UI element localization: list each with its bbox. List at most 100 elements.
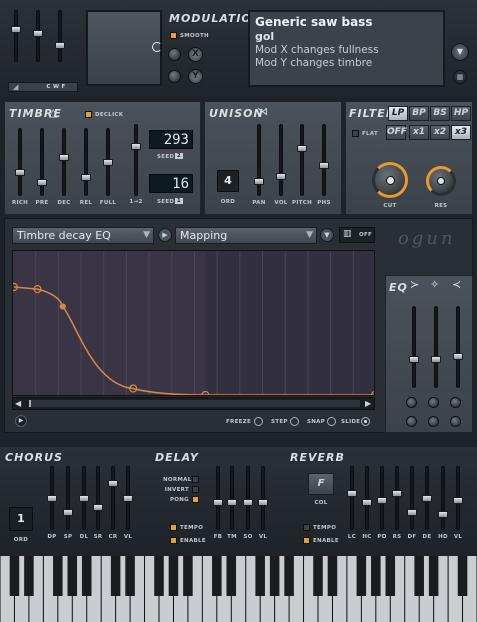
delay-vl-track[interactable]: [261, 466, 265, 530]
eq-knob-2-bottom[interactable]: [428, 416, 439, 427]
envelope-graph[interactable]: [12, 250, 375, 396]
freeze-radio[interactable]: [254, 417, 263, 426]
xy-pad-cursor[interactable]: [152, 42, 162, 52]
chorus-sr-track[interactable]: [96, 466, 100, 530]
keyboard-off-toggle[interactable]: ▥ OFF: [339, 227, 375, 243]
unison-pitch-track[interactable]: [300, 124, 304, 196]
unison-pan-handle[interactable]: [254, 177, 264, 185]
scroll-right-icon[interactable]: ▶: [365, 398, 371, 409]
seed-link-label[interactable]: 1→2: [126, 199, 146, 205]
unison-phs-track[interactable]: [322, 124, 326, 196]
filter-type-lp-button[interactable]: LP: [388, 106, 408, 121]
delay-mode-normal-radio[interactable]: [192, 476, 199, 483]
reverb-lc-track[interactable]: [350, 466, 354, 530]
declick-checkbox[interactable]: [85, 111, 92, 118]
filter-mult-x2-button[interactable]: x2: [430, 125, 450, 140]
unison-order-display[interactable]: 4: [217, 170, 239, 192]
chorus-dl-handle[interactable]: [79, 494, 89, 502]
reverb-vl-handle[interactable]: [453, 496, 463, 504]
mod-x-knob[interactable]: [168, 48, 181, 61]
eq-band-1-track[interactable]: [412, 306, 416, 388]
eq-knob-1-bottom[interactable]: [406, 416, 417, 427]
delay-fb-track[interactable]: [216, 466, 220, 530]
chorus-sp-handle[interactable]: [63, 508, 73, 516]
mod-x-button[interactable]: X: [188, 47, 203, 62]
keyboard-icon-button[interactable]: ▦: [453, 70, 467, 84]
timbre-dec-handle[interactable]: [59, 153, 69, 161]
unison-pitch-handle[interactable]: [297, 145, 307, 153]
chorus-cr-track[interactable]: [111, 466, 115, 530]
reverb-color-button[interactable]: F: [308, 473, 334, 495]
eq-knob-2-top[interactable]: [428, 397, 439, 408]
timbre-seed-link-handle[interactable]: [131, 142, 141, 150]
reverb-hd-handle[interactable]: [438, 511, 448, 519]
step-radio[interactable]: [290, 417, 299, 426]
filter-mult-x3-button[interactable]: x3: [451, 125, 471, 140]
reverb-df-handle[interactable]: [407, 508, 417, 516]
reverb-rs-handle[interactable]: [392, 489, 402, 497]
piano-keyboard[interactable]: [0, 556, 477, 622]
snap-radio[interactable]: [327, 417, 336, 426]
delay-tm-handle[interactable]: [227, 499, 237, 507]
eq-knob-3-bottom[interactable]: [450, 416, 461, 427]
delay-so-handle[interactable]: [243, 499, 253, 507]
filter-type-bs-button[interactable]: BS: [430, 106, 450, 121]
filter-mult-off-button[interactable]: OFF: [386, 125, 407, 140]
unison-vol-track[interactable]: [279, 124, 283, 196]
smooth-checkbox[interactable]: [170, 32, 177, 39]
timbre-pre-handle[interactable]: [37, 178, 47, 186]
graph-menu-button[interactable]: ▶: [15, 415, 27, 427]
xy-pad[interactable]: [86, 10, 162, 86]
chorus-sr-handle[interactable]: [93, 504, 103, 512]
eq-band-1-handle[interactable]: [409, 356, 419, 364]
eq-low-shelf-icon[interactable]: ≻: [410, 278, 419, 291]
chorus-order-display[interactable]: 1: [9, 507, 33, 531]
eq-band-2-handle[interactable]: [431, 356, 441, 364]
eq-knob-3-top[interactable]: [450, 397, 461, 408]
unison-phs-handle[interactable]: [319, 161, 329, 169]
timbre-full-handle[interactable]: [103, 158, 113, 166]
delay-tm-track[interactable]: [230, 466, 234, 530]
reverb-enable-checkbox[interactable]: [303, 537, 310, 544]
eq-knob-1-top[interactable]: [406, 397, 417, 408]
unison-pan-track[interactable]: [257, 124, 261, 196]
timbre-rich-track[interactable]: [18, 128, 22, 196]
graph-scrollbar[interactable]: ◀ ▶: [12, 397, 375, 410]
reverb-pd-handle[interactable]: [377, 496, 387, 504]
eq-band-2-track[interactable]: [434, 306, 438, 388]
top-slider-1-handle[interactable]: [11, 26, 21, 33]
timbre-rel-handle[interactable]: [81, 173, 91, 181]
filter-type-bp-button[interactable]: BP: [409, 106, 429, 121]
chorus-dp-handle[interactable]: [47, 494, 57, 502]
mapping-dropdown[interactable]: Mapping ▼: [175, 227, 317, 244]
timbre-rich-handle[interactable]: [15, 168, 25, 176]
filter-mult-x1-button[interactable]: x1: [409, 125, 429, 140]
timbre-seed-link-track[interactable]: [134, 124, 138, 196]
timbre-rel-track[interactable]: [84, 128, 88, 196]
reverb-hc-handle[interactable]: [362, 499, 372, 507]
mod-y-button[interactable]: Y: [188, 69, 203, 84]
seed-1-display[interactable]: 16: [149, 174, 193, 193]
eq-band-3-handle[interactable]: [453, 352, 463, 360]
keyboard-svg[interactable]: [0, 556, 477, 622]
scroll-left-icon[interactable]: ◀: [15, 398, 21, 409]
mod-y-knob[interactable]: [168, 70, 181, 83]
eq-high-shelf-icon[interactable]: ≺: [452, 278, 461, 291]
top-slider-2-handle[interactable]: [33, 30, 43, 37]
eq-peak-icon[interactable]: ✧: [430, 278, 439, 291]
slide-radio[interactable]: [361, 417, 370, 426]
chorus-cr-handle[interactable]: [108, 480, 118, 488]
reverb-tempo-checkbox[interactable]: [303, 524, 310, 531]
envelope-svg[interactable]: [13, 251, 375, 396]
delay-vl-handle[interactable]: [258, 499, 268, 507]
filter-type-hp-button[interactable]: HP: [451, 106, 471, 121]
seed-2-display[interactable]: 293: [149, 130, 193, 149]
delay-tempo-checkbox[interactable]: [170, 524, 177, 531]
reverb-rs-track[interactable]: [395, 466, 399, 530]
delay-enable-checkbox[interactable]: [170, 537, 177, 544]
preset-menu-button[interactable]: ▼: [451, 43, 469, 61]
chorus-sp-track[interactable]: [66, 466, 70, 530]
chorus-vl-handle[interactable]: [123, 494, 133, 502]
scroll-thumb[interactable]: [29, 400, 360, 407]
delay-mode-pong-radio[interactable]: [192, 496, 199, 503]
